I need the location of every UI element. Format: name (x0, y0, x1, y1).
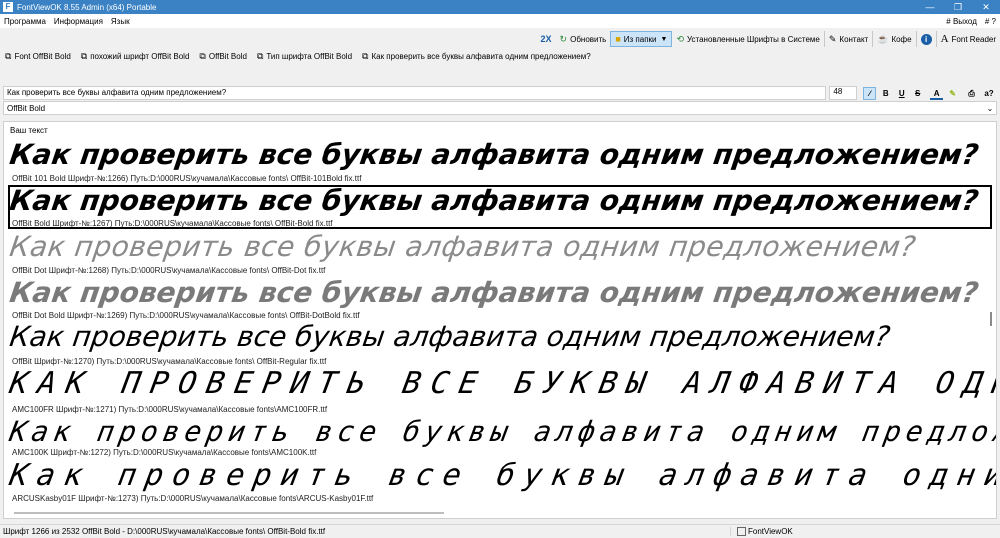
installed-fonts-button[interactable]: ⟲ Установленные Шрифты в Системе (672, 31, 823, 47)
preview-panel: Ваш текст Как проверить все буквы алфави… (3, 121, 997, 519)
menu-program[interactable]: Программа (0, 17, 50, 26)
font-path: OffBit 101 Bold Шрифт-№:1266) Путь:D:\00… (12, 174, 362, 183)
menu-info[interactable]: Информация (50, 17, 107, 26)
status-text: Шрифт 1266 из 2532 OffBit Bold - D:\000R… (3, 527, 326, 536)
text-color-button[interactable]: A (930, 87, 944, 100)
coffee-icon: ☕ (877, 33, 889, 44)
vertical-scrollbar[interactable] (988, 126, 994, 516)
folder-icon: ■ (615, 34, 621, 44)
info-icon: i (920, 33, 932, 45)
font-path: OffBit Dot Bold Шрифт-№:1269) Путь:D:\00… (12, 311, 360, 320)
bold-button[interactable]: B (879, 87, 892, 100)
menu-language[interactable]: Язык (107, 17, 134, 26)
refresh-icon: ↻ (559, 33, 568, 44)
sample-text[interactable]: Как проверить все буквы алфавита одним п… (8, 230, 918, 263)
font-path: OffBit Bold Шрифт-№:1267) Путь:D:\000RUS… (12, 219, 333, 228)
sample-text-input[interactable]: Как проверить все буквы алфавита одним п… (3, 86, 827, 100)
sample-text[interactable]: Как проверить все буквы алфавита одним п… (7, 415, 996, 448)
sample-text[interactable]: Как проверить все буквы алфавита одним п… (8, 138, 981, 171)
sample-text[interactable]: Как проверить все буквы алфавита одним п… (8, 276, 981, 309)
font-letter-icon: A (940, 33, 949, 45)
app-icon: F (3, 2, 13, 12)
font-path: AMC100K Шрифт-№:1272) Путь:D:\000RUS\куч… (12, 448, 317, 457)
fonts-icon: ⟲ (676, 33, 684, 44)
copy-icon: ⧉ (199, 50, 206, 61)
window-title: FontViewOK 8.55 Admin (x64) Portable (17, 2, 157, 12)
window-controls: — ❐ ✕ (916, 0, 1000, 14)
main-toolbar: 2X ↻ Обновить ■ Из папки ▼ ⟲ Установленные Ш… (0, 30, 1000, 48)
copy-icon: ⧉ (256, 50, 264, 61)
font-size-input[interactable]: 48 (829, 86, 858, 100)
font-select[interactable]: OffBit Bold ⌄ (3, 101, 997, 115)
minimize-icon[interactable]: — (916, 0, 944, 14)
font-reader-button[interactable]: A Font Reader (935, 31, 1000, 47)
sample-text[interactable]: Как проверить все буквы алфавита одним п… (8, 320, 892, 353)
case-button[interactable]: a? (981, 87, 997, 100)
copy-name-button[interactable]: ⧉ OffBit Bold (194, 48, 252, 64)
panel-label: Ваш текст (10, 126, 48, 135)
twox-button[interactable]: 2X (537, 31, 556, 47)
coffee-button[interactable]: ☕ Кофе (872, 31, 915, 47)
copy-toolbar: ⧉ Font OffBit Bold ⧉ похожий шрифт OffBit … (0, 48, 1000, 64)
close-icon[interactable]: ✕ (972, 0, 1000, 14)
horizontal-scrollbar[interactable] (14, 512, 444, 514)
font-path: OffBit Шрифт-№:1270) Путь:D:\000RUS\куча… (12, 357, 327, 366)
dropdown-icon[interactable]: ▼ (661, 36, 668, 43)
edit-icon: ✎ (828, 33, 837, 44)
sample-edit-row: Как проверить все буквы алфавита одним п… (3, 86, 997, 100)
copy-icon: ⧉ (80, 50, 88, 61)
strike-button[interactable]: S (911, 87, 924, 100)
sample-text[interactable]: Как проверить все буквы алфавита одни (7, 458, 996, 493)
copy-icon: ⧉ (362, 50, 369, 61)
font-type-button[interactable]: ⧉ Тип шрифта OffBit Bold (252, 48, 357, 64)
font-path: OffBit Dot Шрифт-№:1268) Путь:D:\000RUS\… (12, 266, 326, 275)
status-bar: Шрифт 1266 из 2532 OffBit Bold - D:\000R… (0, 524, 1000, 538)
similar-font-button[interactable]: ⧉ похожий шрифт OffBit Bold (76, 48, 195, 64)
scroll-thumb[interactable] (990, 312, 992, 326)
status-brand: FontViewOK (730, 527, 1000, 536)
menu-bar: Программа Информация Язык # Выход # ? (0, 14, 1000, 28)
italic-icon[interactable]: ∕ (863, 86, 877, 100)
app-logo-icon (737, 527, 746, 536)
highlight-icon[interactable]: ✎ (946, 87, 959, 100)
menu-exit[interactable]: # Выход (942, 17, 981, 26)
font-path: ARCUSKasby01F Шрифт-№:1273) Путь:D:\000R… (12, 494, 374, 503)
copy-sample-button[interactable]: ⧉ Как проверить все буквы алфавита одним … (357, 48, 596, 64)
info-button[interactable]: i (915, 31, 936, 47)
contact-button[interactable]: ✎ Контакт (823, 31, 872, 47)
font-select-value: OffBit Bold (7, 103, 46, 113)
copy-font-name-button[interactable]: ⧉ Font OffBit Bold (0, 48, 76, 64)
sample-text[interactable]: Как проверить все буквы алфавита одним п… (8, 184, 981, 217)
sample-text[interactable]: КАК ПРОВЕРИТЬ ВСЕ БУКВЫ АЛФАВИТА ОДНИ (7, 366, 996, 401)
maximize-icon[interactable]: ❐ (944, 0, 972, 14)
refresh-button[interactable]: ↻ Обновить (556, 31, 611, 47)
title-bar: F FontViewOK 8.55 Admin (x64) Portable —… (0, 0, 1000, 14)
menu-help[interactable]: # ? (981, 17, 1000, 26)
copy-icon: ⧉ (5, 50, 12, 61)
from-folder-button[interactable]: ■ Из папки ▼ (610, 31, 673, 47)
chevron-down-icon[interactable]: ⌄ (984, 104, 996, 113)
font-path: AMC100FR Шрифт-№:1271) Путь:D:\000RUS\ку… (12, 405, 328, 414)
underline-button[interactable]: U (895, 87, 908, 100)
print-icon[interactable]: ⎙ (965, 87, 978, 100)
